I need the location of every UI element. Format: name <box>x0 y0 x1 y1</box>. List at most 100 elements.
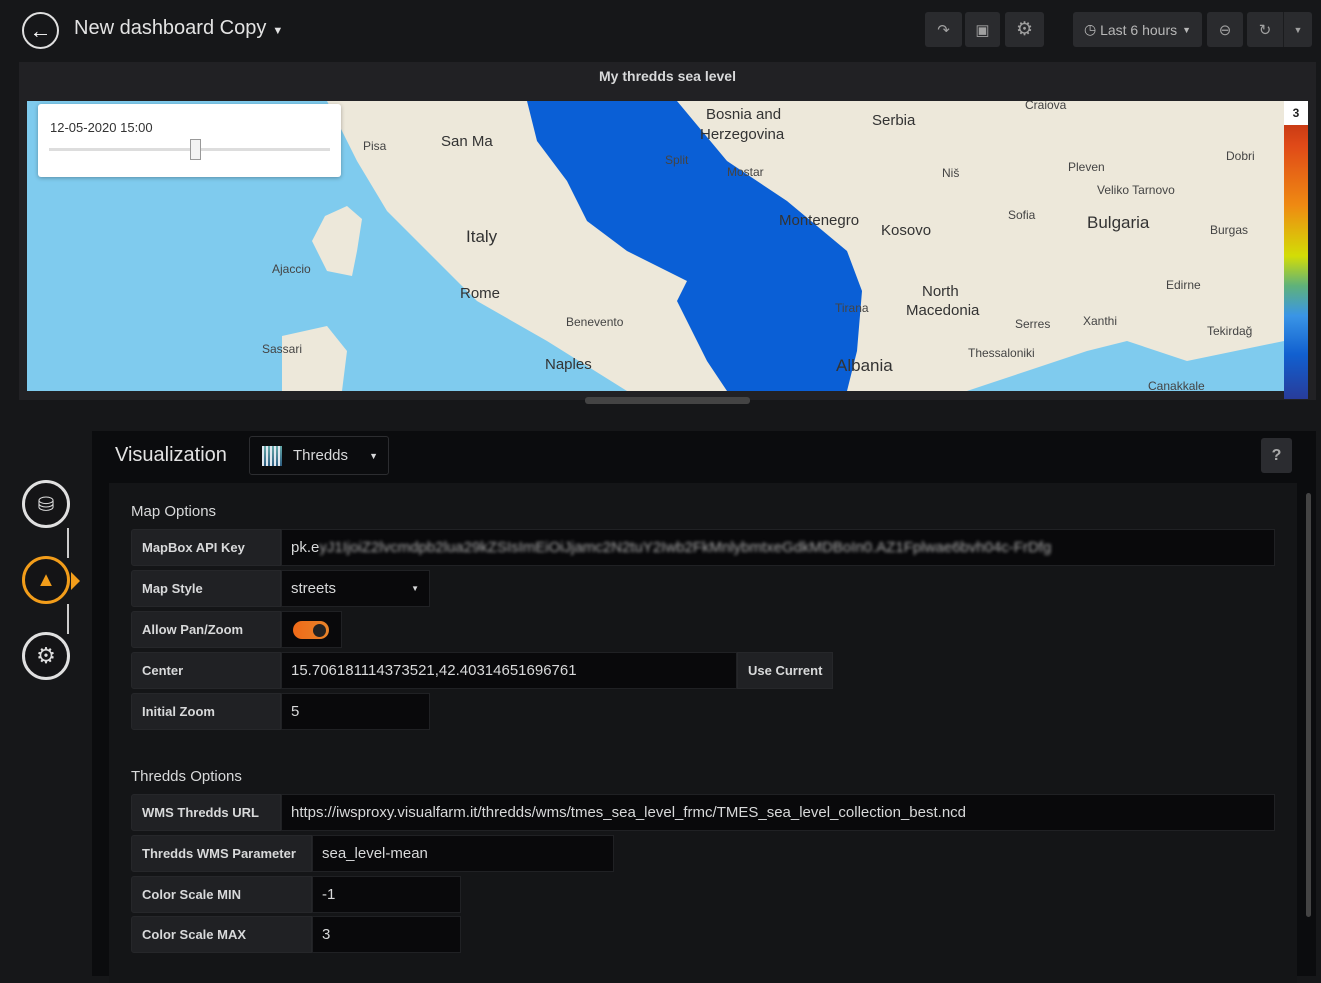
database-icon: ⛁ <box>37 493 55 516</box>
panel-title[interactable]: My thredds sea level <box>19 68 1316 84</box>
map-place-label: Bosnia and <box>706 106 782 123</box>
zoom-out-icon: ⊖ <box>1218 21 1232 39</box>
map-place-label: Veliko Tarnovo <box>1097 183 1175 197</box>
map-place-label: Edirne <box>1166 278 1201 292</box>
color-scale-legend: 3 <box>1284 101 1308 399</box>
map-place-label: Thessaloniki <box>968 346 1035 360</box>
map-place-label: Serbia <box>872 112 916 129</box>
top-navbar: ← New dashboard Copy ▼ ↷ ▣ ⚙ ◷ Last 6 hou… <box>0 0 1321 60</box>
map-place-label: Serres <box>1015 317 1051 331</box>
pan-zoom-switch-container <box>281 611 342 648</box>
wms-url-input[interactable]: https://iwsproxy.visualfarm.it/thredds/w… <box>281 794 1275 831</box>
map-place-label: Italy <box>466 227 498 246</box>
color-max-row: Color Scale MAX 3 <box>131 916 461 953</box>
time-range-label: Last 6 hours <box>1100 21 1178 38</box>
map-style-value: streets <box>291 580 337 597</box>
zoom-out-button[interactable]: ⊖ <box>1207 12 1243 47</box>
dashboard-title[interactable]: New dashboard Copy ▼ <box>74 17 283 40</box>
map-place-label: Pisa <box>363 139 387 153</box>
color-max-label: Color Scale MAX <box>131 916 312 953</box>
map-place-label: Sofia <box>1008 208 1036 222</box>
map-place-label: Split <box>665 153 689 167</box>
map-style-label: Map Style <box>131 570 281 607</box>
chart-area-icon: ▲ <box>36 568 56 591</box>
back-arrow-icon[interactable]: ← <box>22 12 59 49</box>
map-place-label: Niš <box>942 166 960 180</box>
map-place-label: Canakkale <box>1148 379 1205 391</box>
caret-down-icon: ▼ <box>272 25 284 37</box>
clock-icon: ◷ <box>1083 21 1101 37</box>
map-place-label: Tekirdağ <box>1207 324 1253 338</box>
visualization-title: Visualization <box>115 444 227 466</box>
map-place-label: Naples <box>545 356 592 373</box>
refresh-interval-dropdown[interactable]: ▼ <box>1283 12 1312 47</box>
wms-url-row: WMS Thredds URL https://iwsproxy.visualf… <box>131 794 1275 831</box>
center-row: Center 15.706181114373521,42.40314651696… <box>131 652 834 689</box>
settings-button[interactable]: ⚙ <box>1005 12 1044 47</box>
caret-down-icon: ▼ <box>411 584 419 593</box>
general-step[interactable]: ⚙ <box>22 632 70 680</box>
share-button[interactable]: ↷ <box>925 12 962 47</box>
gear-icon: ⚙ <box>1015 19 1034 40</box>
map-style-select[interactable]: streets ▼ <box>281 570 430 607</box>
map-place-label: Tirana <box>835 301 869 315</box>
caret-down-icon: ▼ <box>1293 24 1303 35</box>
map[interactable]: Bosnia and Herzegovina Serbia Craiova San Ma… <box>27 101 1284 391</box>
share-icon: ↷ <box>937 21 950 39</box>
options-form: Map Options MapBox API Key pk.e yJ1IjoiZ2… <box>109 483 1297 983</box>
color-min-row: Color Scale MIN -1 <box>131 876 461 913</box>
caret-down-icon: ▼ <box>369 450 378 461</box>
save-button[interactable]: ▣ <box>965 12 1000 47</box>
map-place-label: San Ma <box>441 133 493 150</box>
api-key-row: MapBox API Key pk.e yJ1IjoiZ2lvcmdpb2lua2… <box>131 529 1275 566</box>
map-place-label: Mostar <box>727 165 764 179</box>
map-place-label: Craiova <box>1025 101 1067 112</box>
map-place-label: Burgas <box>1210 223 1249 237</box>
time-picker-button[interactable]: ◷ Last 6 hours ▼ <box>1073 12 1202 47</box>
color-max-input[interactable]: 3 <box>312 916 461 953</box>
wms-parameter-input[interactable]: sea_level-mean <box>312 835 614 872</box>
map-place-label: Bulgaria <box>1087 213 1150 232</box>
color-min-label: Color Scale MIN <box>131 876 312 913</box>
step-connector <box>67 528 69 558</box>
pan-zoom-row: Allow Pan/Zoom <box>131 611 342 648</box>
initial-zoom-label: Initial Zoom <box>131 693 281 730</box>
map-place-label: Pleven <box>1068 160 1105 174</box>
map-place-label: Albania <box>836 356 893 375</box>
map-place-label: North <box>922 283 959 300</box>
map-place-label: Rome <box>460 285 501 302</box>
time-slider-thumb[interactable] <box>190 139 202 160</box>
use-current-button[interactable]: Use Current <box>737 652 834 689</box>
queries-step[interactable]: ⛁ <box>22 480 70 528</box>
map-place-label: Ajaccio <box>272 262 311 276</box>
map-place-label: Benevento <box>566 315 624 329</box>
time-label: 12-05-2020 15:00 <box>50 120 153 135</box>
help-button[interactable]: ? <box>1261 438 1292 473</box>
wms-parameter-row: Thredds WMS Parameter sea_level-mean <box>131 835 614 872</box>
map-options-heading: Map Options <box>131 503 217 520</box>
dashboard-title-text: New dashboard Copy <box>74 17 267 39</box>
editor-pane: Visualization Thredds ▼ ? Map Options Ma… <box>92 431 1316 983</box>
refresh-icon: ↻ <box>1258 21 1272 39</box>
wms-url-label: WMS Thredds URL <box>131 794 281 831</box>
map-place-label: Montenegro <box>779 212 860 229</box>
api-key-masked: yJ1IjoiZ2lvcmdpb2lua29kZSIsImEiOiJjamc2N… <box>319 539 1052 556</box>
map-place-label: Macedonia <box>906 302 980 319</box>
visualization-step[interactable]: ▲ <box>22 556 70 604</box>
thredds-options-heading: Thredds Options <box>131 768 242 785</box>
initial-zoom-row: Initial Zoom 5 <box>131 693 430 730</box>
center-input[interactable]: 15.706181114373521,42.40314651696761 <box>281 652 737 689</box>
api-key-prefix: pk.e <box>291 539 320 556</box>
initial-zoom-input[interactable]: 5 <box>281 693 430 730</box>
refresh-button[interactable]: ↻ <box>1247 12 1283 47</box>
visualization-picker[interactable]: Thredds ▼ <box>249 436 389 475</box>
api-key-input[interactable]: pk.e yJ1IjoiZ2lvcmdpb2lua29kZSIsImEiOiJja… <box>281 529 1275 566</box>
color-min-input[interactable]: -1 <box>312 876 461 913</box>
map-place-label: Herzegovina <box>700 126 785 143</box>
pan-zoom-toggle[interactable] <box>293 620 329 639</box>
panel-resize-handle[interactable] <box>585 397 750 404</box>
api-key-label: MapBox API Key <box>131 529 281 566</box>
wrench-gear-icon: ⚙ <box>36 643 56 668</box>
scrollbar[interactable] <box>1306 493 1311 917</box>
time-slider-box: 12-05-2020 15:00 <box>38 104 341 177</box>
